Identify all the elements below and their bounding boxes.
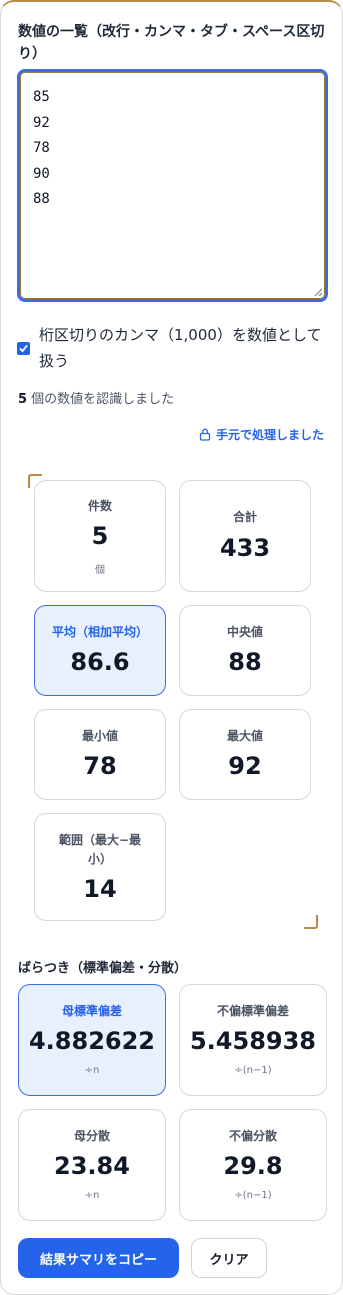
stat-median: 中央値 88 — [179, 605, 311, 696]
stat-note: ÷n — [84, 1190, 100, 1201]
input-label: 数値の一覧（改行・カンマ・タブ・スペース区切り） — [18, 24, 325, 62]
stat-value: 14 — [83, 875, 117, 903]
stat-note: ÷n — [84, 1065, 100, 1076]
stat-value: 86.6 — [70, 648, 130, 676]
recognized-count: 5 個の数値を認識しました — [18, 388, 174, 407]
stat-title: 合計 — [232, 510, 257, 524]
stat-max: 最大値 92 — [179, 709, 311, 800]
textarea-line: 92 — [33, 114, 50, 131]
comma-option-label: 桁区切りのカンマ（1,000）を数値として扱う — [39, 326, 322, 370]
stat-title: 不偏分散 — [228, 1129, 277, 1143]
copy-summary-button[interactable]: 結果サマリをコピー — [18, 1238, 179, 1278]
stat-unit: 個 — [95, 565, 105, 576]
comma-checkbox[interactable] — [17, 342, 30, 355]
stat-sample-sd: 不偏標準偏差 5.458938 ÷(n−1) — [179, 984, 327, 1096]
stat-value: 29.8 — [223, 1152, 283, 1180]
stat-note: ÷(n−1) — [234, 1190, 272, 1201]
stat-title: 母標準偏差 — [61, 1004, 122, 1018]
numbers-textarea[interactable]: 85 92 78 90 88 — [17, 69, 328, 302]
frame-corner-bottom-right — [304, 915, 318, 929]
resize-handle-icon[interactable] — [313, 287, 322, 296]
stat-title: 範囲（最大−最小） — [58, 833, 142, 866]
stat-sample-variance: 不偏分散 29.8 ÷(n−1) — [179, 1109, 327, 1221]
stat-title: 最小値 — [81, 729, 118, 743]
dispersion-heading: ばらつき（標準偏差・分散） — [18, 961, 188, 976]
lock-icon — [199, 428, 211, 441]
local-processing-note: 手元で処理しました — [199, 426, 324, 443]
stat-title: 平均（相加平均） — [51, 625, 148, 639]
clear-button[interactable]: クリア — [191, 1238, 267, 1278]
check-icon — [19, 344, 28, 353]
stat-title: 中央値 — [226, 625, 263, 639]
textarea-line: 90 — [33, 165, 50, 182]
stat-population-sd: 母標準偏差 4.882622 ÷n — [18, 984, 166, 1096]
stat-sum: 合計 433 — [179, 480, 311, 592]
local-processing-text: 手元で処理しました — [216, 428, 325, 442]
calculator-card: 数値の一覧（改行・カンマ・タブ・スペース区切り） 85 92 78 90 88 … — [0, 0, 343, 1295]
stat-value: 23.84 — [54, 1152, 130, 1180]
recognized-count-text: 個の数値を認識しました — [27, 392, 175, 407]
stat-value: 5 — [91, 522, 109, 550]
recognized-count-value: 5 — [18, 392, 28, 407]
stat-title: 件数 — [87, 499, 112, 513]
textarea-line: 85 — [33, 89, 50, 105]
textarea-line: 78 — [33, 140, 50, 156]
stat-value: 4.882622 — [28, 1027, 155, 1055]
stat-title: 母分散 — [73, 1129, 110, 1143]
textarea-line: 88 — [33, 191, 50, 207]
stat-value: 433 — [219, 534, 271, 562]
stat-value: 88 — [228, 648, 262, 676]
stat-title: 最大値 — [226, 729, 263, 743]
stat-note: ÷(n−1) — [234, 1065, 272, 1076]
stat-range: 範囲（最大−最小） 14 — [34, 813, 166, 921]
stat-value: 92 — [228, 752, 262, 780]
stat-count: 件数 5 個 — [34, 480, 166, 592]
stat-title: 不偏標準偏差 — [216, 1004, 289, 1018]
stat-value: 5.458938 — [189, 1027, 316, 1055]
stat-population-variance: 母分散 23.84 ÷n — [18, 1109, 166, 1221]
stat-mean: 平均（相加平均） 86.6 — [34, 605, 166, 696]
stat-value: 78 — [83, 752, 117, 780]
stat-min: 最小値 78 — [34, 709, 166, 800]
